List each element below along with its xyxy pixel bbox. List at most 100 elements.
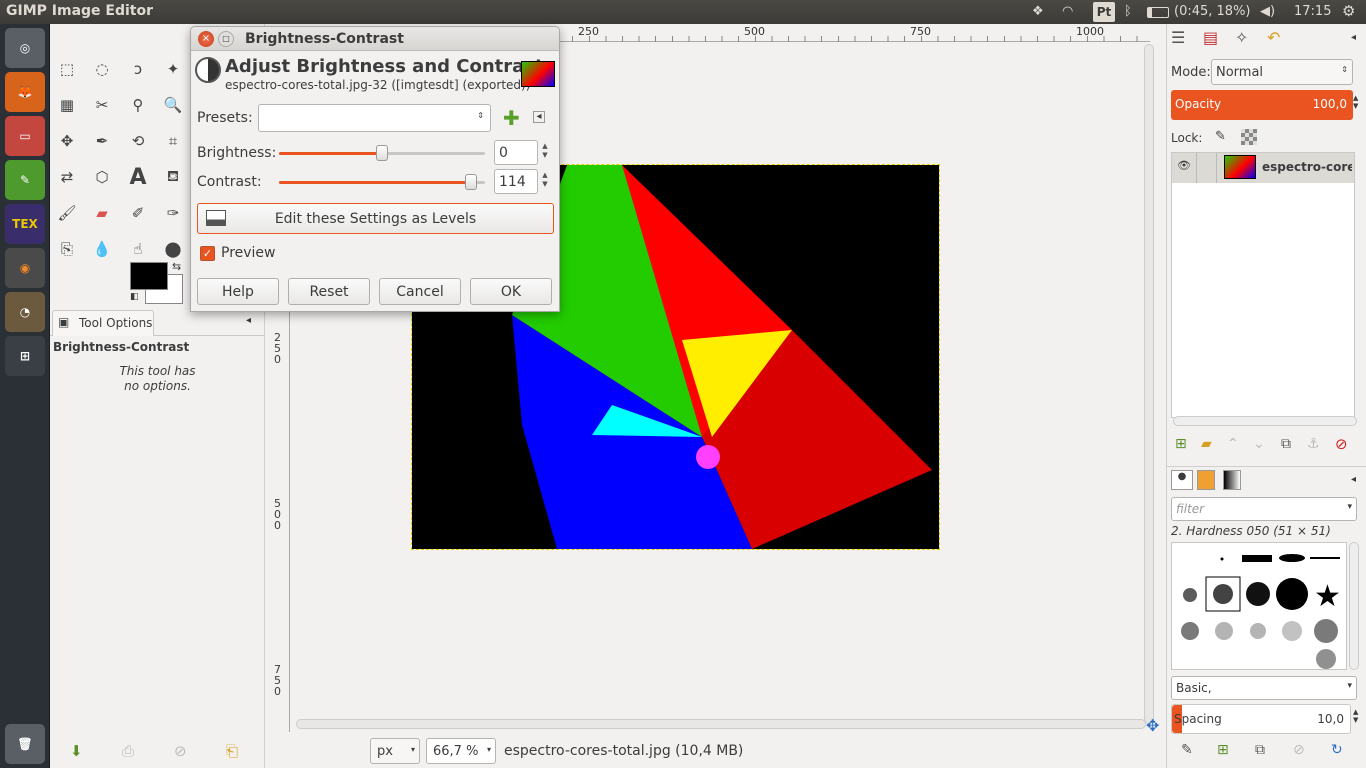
paintbrush-icon[interactable]: 🖌	[54, 200, 80, 226]
opacity-slider[interactable]: Opacity 100,0	[1171, 90, 1353, 120]
close-icon[interactable]: ×	[198, 31, 214, 47]
gimp-icon[interactable]: ◔	[5, 292, 45, 332]
add-preset-icon[interactable]: ✚	[503, 106, 520, 130]
layer-row[interactable]: 👁 espectro-cores-te	[1172, 153, 1354, 183]
lower-layer-icon[interactable]: ⌄	[1253, 436, 1265, 452]
tab-layers-icon[interactable]: ☰	[1171, 28, 1185, 47]
layers-hscroll[interactable]	[1173, 416, 1357, 426]
tab-paths-icon[interactable]: ✧	[1235, 28, 1248, 47]
paths-icon[interactable]: ✒	[89, 128, 115, 154]
save-tool-options-icon[interactable]: ⬇	[70, 742, 83, 760]
wifi-icon[interactable]: ◠	[1062, 4, 1073, 19]
tab-gradients-icon[interactable]	[1223, 470, 1241, 490]
scissors-select-icon[interactable]: ✂	[89, 92, 115, 118]
dock-menu-icon[interactable]: ◂	[1351, 32, 1356, 43]
new-layer-icon[interactable]: ⊞	[1175, 436, 1187, 452]
input-method-indicator[interactable]: Pt	[1093, 2, 1115, 22]
cage-transform-icon[interactable]: ⬡	[89, 164, 115, 190]
lock-pixels-icon[interactable]: ✎	[1215, 129, 1226, 144]
reset-button[interactable]: Reset	[288, 278, 370, 305]
spacing-slider[interactable]: Spacing 10,0	[1171, 704, 1351, 734]
opacity-spinner[interactable]: ▲ ▼	[1353, 94, 1358, 110]
brush-filter-input[interactable]: filter ▾	[1171, 497, 1357, 521]
delete-tool-options-icon[interactable]: ⊘	[174, 742, 187, 760]
tab-brushes-icon[interactable]: ●	[1171, 470, 1193, 490]
move-icon[interactable]: ✥	[54, 128, 80, 154]
brightness-input[interactable]: 0	[494, 140, 538, 165]
default-colors-icon[interactable]: ◧	[130, 292, 139, 302]
dropbox-icon[interactable]: ❖	[1032, 4, 1044, 19]
zoom-icon[interactable]: 🔍	[160, 92, 186, 118]
smudge-icon[interactable]: ☝	[125, 236, 151, 262]
dodge-burn-icon[interactable]: ⬤	[160, 236, 186, 262]
vertical-scrollbar[interactable]	[1144, 44, 1154, 724]
edit-as-levels-button[interactable]: Edit these Settings as Levels	[197, 203, 554, 234]
brightness-slider-knob[interactable]	[376, 145, 388, 161]
battery-icon[interactable]	[1147, 7, 1169, 18]
brush-tag-input[interactable]: Basic, ▾	[1171, 676, 1357, 700]
delete-brush-icon[interactable]: ⊘	[1293, 742, 1305, 758]
battery-status[interactable]: (0:45, 18%)	[1174, 4, 1251, 19]
unit-select[interactable]: px ▾	[370, 738, 420, 764]
texmaker-icon[interactable]: TEX	[5, 204, 45, 244]
bluetooth-icon[interactable]: ᛒ	[1124, 4, 1132, 19]
brush-grid[interactable]: ★	[1171, 542, 1347, 670]
new-brush-icon[interactable]: ⊞	[1217, 742, 1229, 758]
dialog-titlebar[interactable]: × □ Brightness-Contrast	[191, 27, 559, 51]
airbrush-icon[interactable]: ✐	[125, 200, 151, 226]
presets-menu-icon[interactable]: ◂	[533, 111, 545, 123]
contrast-spinner[interactable]: ▲ ▼	[537, 171, 553, 189]
contrast-slider-knob[interactable]	[464, 174, 477, 190]
tab-patterns-icon[interactable]	[1197, 470, 1215, 490]
reset-tool-options-icon[interactable]: ⎗	[226, 742, 238, 760]
tab-channels-icon[interactable]: ▤	[1203, 28, 1218, 47]
settings-gear-icon[interactable]: ⚙	[1342, 2, 1355, 20]
rotate-icon[interactable]: ⟲	[125, 128, 151, 154]
workspace-switcher-icon[interactable]: ⊞	[5, 336, 45, 376]
text-tool-icon[interactable]: A	[125, 164, 151, 190]
delete-layer-icon[interactable]: ⊘	[1335, 435, 1348, 453]
lock-alpha-icon[interactable]	[1241, 129, 1257, 145]
tab-tool-options[interactable]: ▣ Tool Options	[52, 310, 154, 336]
record-icon[interactable]: ◉	[5, 248, 45, 288]
select-by-color-icon[interactable]: ▦	[54, 92, 80, 118]
navigate-icon[interactable]: ✥	[1146, 716, 1159, 735]
refresh-brushes-icon[interactable]: ↻	[1331, 742, 1343, 758]
layers-list[interactable]: 👁 espectro-cores-te	[1171, 152, 1355, 418]
free-select-icon[interactable]: ↄ	[125, 56, 151, 82]
mode-select[interactable]: Normal ⇕	[1211, 59, 1353, 85]
raise-layer-icon[interactable]: ⌃	[1227, 436, 1239, 452]
brushes-menu-icon[interactable]: ◂	[1351, 474, 1356, 485]
presets-combo[interactable]: ⇕	[258, 104, 491, 132]
swap-colors-icon[interactable]: ⇆	[172, 260, 181, 273]
zoom-select[interactable]: 66,7 % ▾	[426, 738, 496, 764]
maximize-icon[interactable]: □	[218, 31, 234, 47]
blur-icon[interactable]: 💧	[89, 236, 115, 262]
layer-visibility-icon[interactable]: 👁	[1177, 159, 1191, 172]
help-button[interactable]: Help	[197, 278, 279, 305]
rect-select-icon[interactable]: ⬚	[54, 56, 80, 82]
foreground-select-icon[interactable]: ⚲	[125, 92, 151, 118]
contrast-slider[interactable]	[279, 174, 485, 190]
edit-brush-icon[interactable]: ✎	[1181, 742, 1193, 758]
spacing-spinner[interactable]: ▲ ▼	[1353, 708, 1358, 724]
brush-grid-scrollbar[interactable]	[1349, 542, 1359, 670]
brightness-spinner[interactable]: ▲ ▼	[537, 142, 553, 160]
dash-home-icon[interactable]: ◎	[5, 28, 45, 68]
duplicate-brush-icon[interactable]: ⧉	[1255, 742, 1265, 758]
restore-tool-options-icon[interactable]: ⎙	[122, 742, 134, 760]
clone-icon[interactable]: ⎘	[54, 236, 80, 262]
foreground-color-swatch[interactable]	[130, 262, 168, 290]
clock[interactable]: 17:15	[1294, 4, 1331, 19]
anchor-layer-icon[interactable]: ⚓	[1307, 436, 1320, 452]
trash-icon[interactable]: 🗑	[5, 724, 45, 764]
file-manager-icon[interactable]: ▭	[5, 116, 45, 156]
ok-button[interactable]: OK	[470, 278, 552, 305]
ellipse-select-icon[interactable]: ◌	[89, 56, 115, 82]
panel-menu-icon[interactable]: ◂	[246, 315, 251, 326]
preview-checkbox[interactable]: ✓	[200, 246, 215, 261]
bucket-fill-icon[interactable]: ⛾	[160, 164, 186, 190]
horizontal-scrollbar[interactable]	[296, 719, 1146, 729]
flip-icon[interactable]: ⇄	[54, 164, 80, 190]
fuzzy-select-icon[interactable]: ✦	[160, 56, 186, 82]
